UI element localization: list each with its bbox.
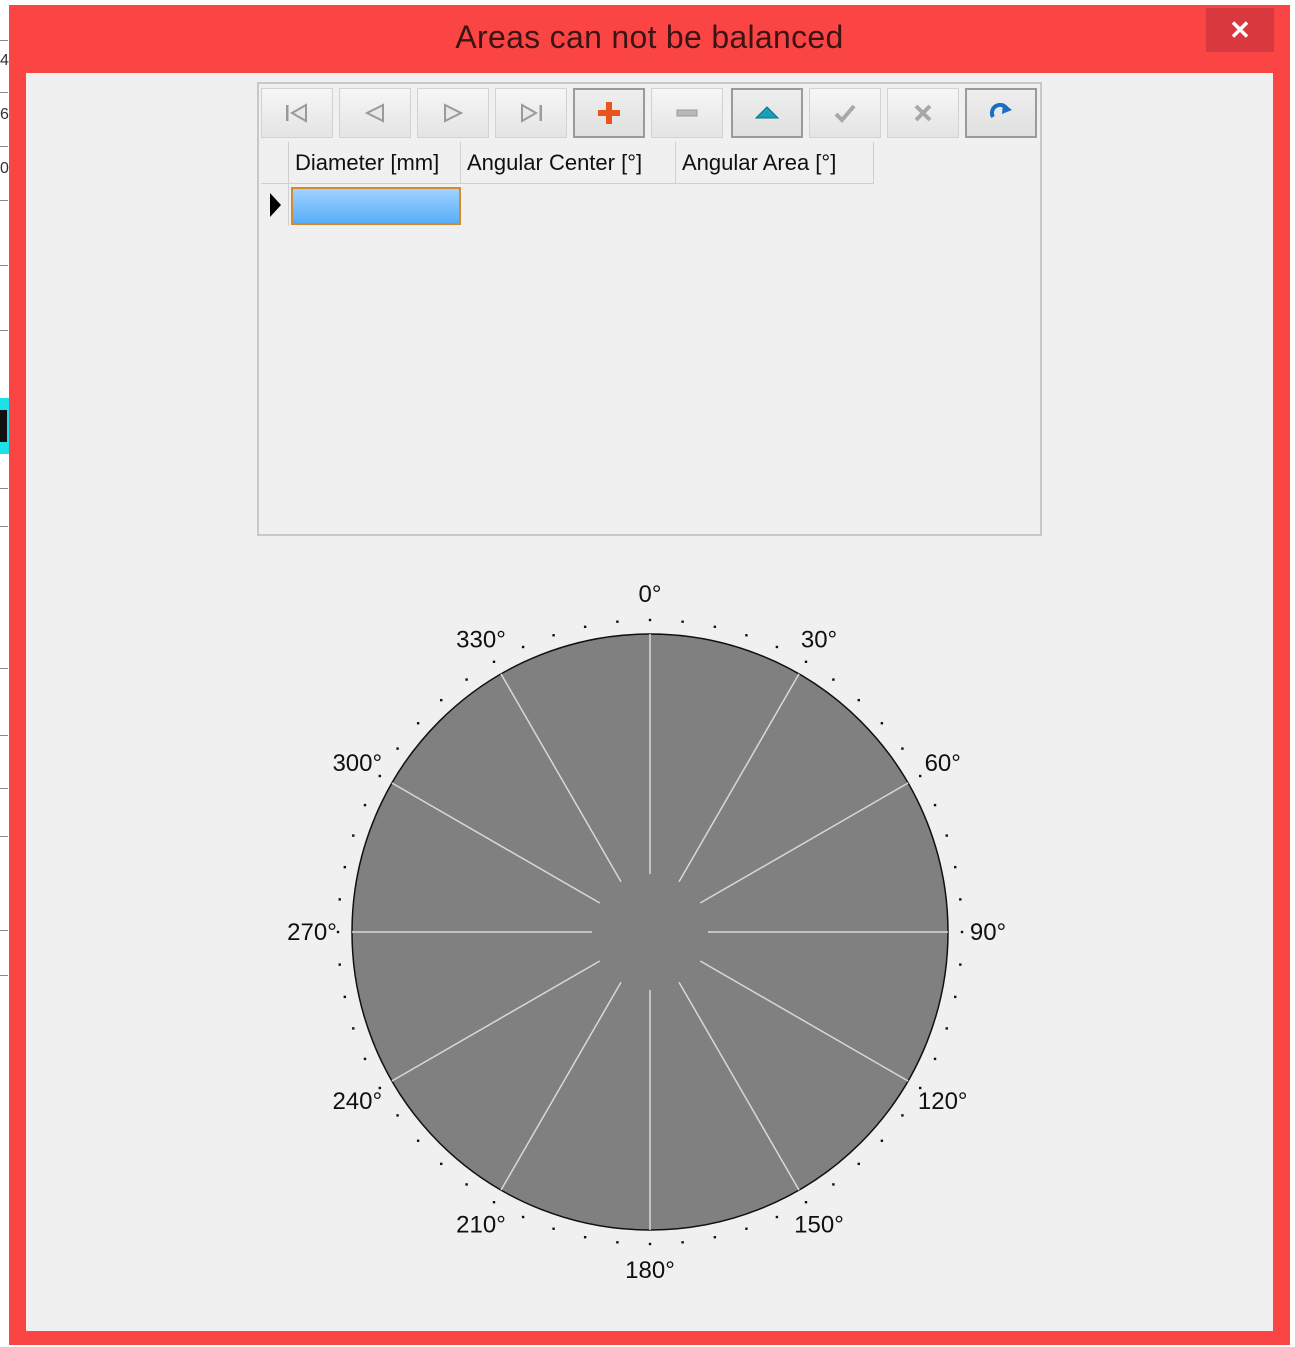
angle-label: 120°: [918, 1088, 968, 1115]
polar-tick: [918, 774, 922, 778]
polar-tick: [465, 678, 468, 681]
polar-tick: [440, 1162, 443, 1166]
angle-label: 270°: [287, 919, 337, 946]
polar-tick: [440, 698, 443, 702]
polar-tick: [804, 1200, 808, 1204]
polar-tick: [352, 834, 355, 837]
angle-label: 150°: [794, 1212, 844, 1239]
polar-tick: [959, 898, 962, 901]
polar-tick: [552, 634, 555, 637]
polar-tick: [416, 722, 420, 725]
polar-tick: [857, 698, 860, 702]
polar-tick: [648, 618, 652, 622]
polar-tick: [396, 747, 399, 750]
polar-tick: [396, 1114, 399, 1117]
polar-tick: [343, 865, 347, 869]
angle-label: 0°: [639, 581, 662, 608]
polar-tick: [352, 1027, 355, 1030]
polar-tick: [336, 930, 340, 934]
polar-tick: [832, 678, 835, 681]
polar-tick: [804, 660, 808, 664]
polar-tick: [465, 1183, 468, 1186]
polar-tick: [945, 834, 948, 837]
angle-label: 30°: [801, 626, 837, 653]
polar-tick: [583, 1235, 587, 1239]
polar-tick: [901, 1114, 904, 1117]
polar-tick: [363, 803, 367, 807]
polar-tick: [901, 747, 904, 750]
polar-tick: [338, 898, 341, 901]
angle-label: 330°: [456, 626, 506, 653]
polar-tick: [343, 995, 347, 999]
polar-tick: [681, 1241, 684, 1244]
polar-tick: [648, 1242, 652, 1246]
polar-tick: [880, 722, 884, 725]
angle-label: 240°: [332, 1088, 382, 1115]
polar-tick: [338, 963, 341, 966]
polar-tick: [552, 1227, 555, 1230]
angle-label: 90°: [970, 919, 1006, 946]
polar-tick: [492, 1200, 496, 1204]
polar-diagram: 0° 30° 60° 90° 120° 150° 180° 210° 240° 270° 300° 3…: [287, 581, 1006, 1284]
polar-tick: [953, 865, 957, 869]
polar-tick: [713, 625, 717, 629]
polar-tick: [775, 1215, 779, 1219]
polar-tick: [713, 1235, 717, 1239]
polar-tick: [933, 803, 937, 807]
polar-tick: [416, 1139, 420, 1142]
polar-tick: [583, 625, 587, 629]
angle-label: 60°: [925, 750, 961, 777]
polar-tick: [745, 1227, 748, 1230]
polar-tick: [363, 1057, 367, 1061]
polar-tick: [945, 1027, 948, 1030]
polar-tick: [933, 1057, 937, 1061]
polar-tick: [857, 1162, 860, 1166]
polar-tick: [616, 620, 619, 623]
polar-tick: [521, 1215, 525, 1219]
polar-tick: [775, 645, 779, 649]
polar-tick: [960, 930, 964, 934]
angle-label: 300°: [332, 750, 382, 777]
polar-tick: [492, 660, 496, 664]
angle-label: 180°: [625, 1257, 675, 1284]
angle-label: 210°: [456, 1212, 506, 1239]
polar-tick: [745, 634, 748, 637]
polar-tick: [953, 995, 957, 999]
polar-tick: [832, 1183, 835, 1186]
polar-tick: [521, 645, 525, 649]
polar-tick: [681, 620, 684, 623]
polar-tick: [880, 1139, 884, 1142]
polar-tick: [959, 963, 962, 966]
polar-tick: [616, 1241, 619, 1244]
